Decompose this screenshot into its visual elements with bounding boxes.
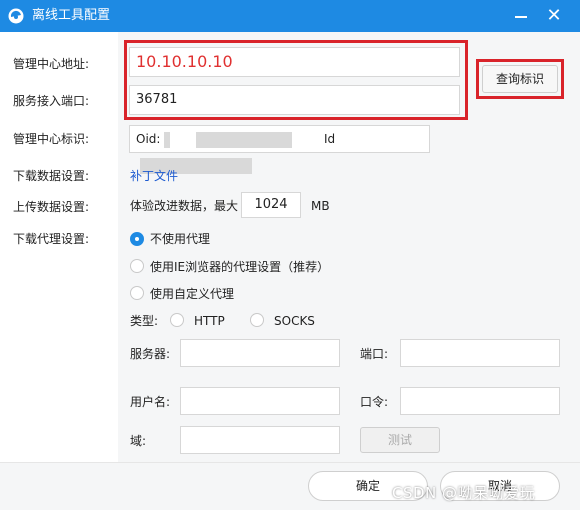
highlight-box-address (124, 40, 468, 120)
close-icon[interactable]: ✕ (544, 6, 564, 26)
proxy-domain-input[interactable] (180, 426, 340, 454)
proxy-server-label: 服务器: (130, 347, 171, 361)
test-button[interactable]: 测试 (360, 427, 440, 453)
service-port-label: 服务接入端口: (13, 94, 90, 108)
oid-label: Oid: (136, 132, 161, 146)
id-label: Id (323, 132, 336, 146)
proxy-ie-radio[interactable] (130, 259, 144, 273)
proxy-domain-label: 域: (130, 434, 147, 448)
oid-mask (164, 131, 171, 148)
proxy-http-radio[interactable] (170, 313, 184, 327)
download-setting-label: 下载数据设置: (13, 169, 90, 183)
proxy-socks-label[interactable]: SOCKS (274, 313, 315, 329)
proxy-port-input[interactable] (400, 339, 560, 367)
upload-setting-label: 上传数据设置: (13, 200, 90, 214)
minimize-icon[interactable] (515, 16, 527, 18)
proxy-none-label[interactable]: 不使用代理 (150, 231, 210, 247)
title-bar: 离线工具配置 ✕ (0, 0, 580, 32)
proxy-password-label: 口令: (360, 395, 389, 409)
window-title: 离线工具配置 (32, 8, 111, 23)
proxy-socks-radio[interactable] (250, 313, 264, 327)
proxy-custom-label[interactable]: 使用自定义代理 (150, 286, 234, 302)
center-id-field: Oid: Id (129, 125, 430, 174)
proxy-server-input[interactable] (180, 339, 340, 367)
oid-value-mask (196, 131, 293, 148)
proxy-custom-radio[interactable] (130, 286, 144, 300)
center-id-label: 管理中心标识: (13, 132, 90, 146)
proxy-ie-label[interactable]: 使用IE浏览器的代理设置（推荐） (150, 259, 329, 275)
proxy-setting-label: 下载代理设置: (13, 232, 90, 246)
upload-prefix-text: 体验改进数据，最大 (130, 199, 239, 213)
watermark-text: CSDN @呦呆呦爱玩 (392, 484, 536, 502)
upload-unit-text: MB (311, 199, 330, 213)
proxy-username-label: 用户名: (130, 395, 171, 409)
proxy-username-input[interactable] (180, 387, 340, 415)
app-logo-icon (8, 8, 24, 24)
proxy-http-label[interactable]: HTTP (194, 313, 225, 329)
patch-file-link[interactable]: 补丁文件 (130, 168, 178, 184)
highlight-box-query (476, 59, 564, 99)
proxy-password-input[interactable] (400, 387, 560, 415)
proxy-type-label: 类型: (130, 314, 159, 328)
upload-size-input[interactable]: 1024 (241, 192, 301, 218)
proxy-port-label: 端口: (360, 347, 389, 361)
center-address-label: 管理中心地址: (13, 57, 90, 71)
proxy-none-radio[interactable] (130, 232, 144, 246)
